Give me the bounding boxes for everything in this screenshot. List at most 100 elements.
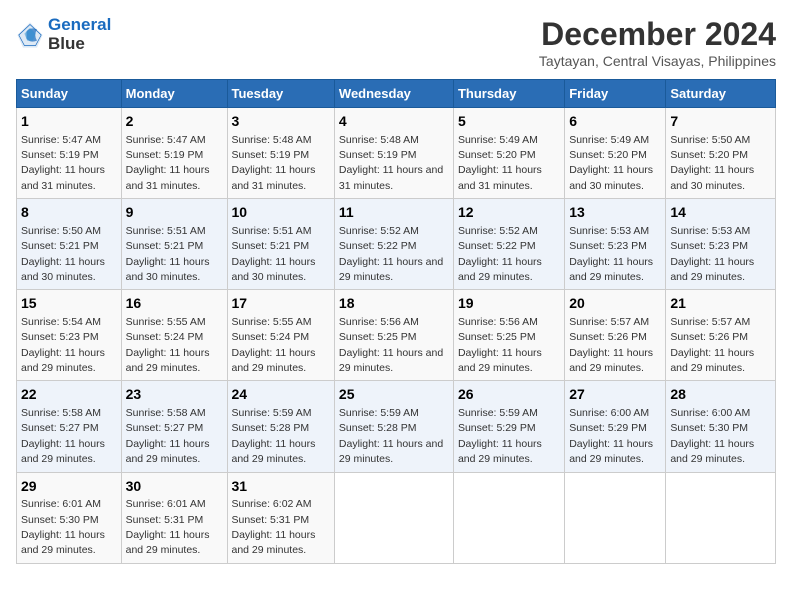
day-number: 26 [458, 385, 560, 405]
day-number: 18 [339, 294, 449, 314]
day-info: Sunrise: 6:02 AMSunset: 5:31 PMDaylight:… [232, 498, 316, 556]
day-info: Sunrise: 5:57 AMSunset: 5:26 PMDaylight:… [670, 316, 754, 374]
header-row: SundayMondayTuesdayWednesdayThursdayFrid… [17, 80, 776, 108]
day-number: 23 [126, 385, 223, 405]
calendar-cell: 18Sunrise: 5:56 AMSunset: 5:25 PMDayligh… [334, 290, 453, 381]
calendar-cell: 30Sunrise: 6:01 AMSunset: 5:31 PMDayligh… [121, 472, 227, 563]
subtitle: Taytayan, Central Visayas, Philippines [539, 53, 776, 69]
day-info: Sunrise: 5:55 AMSunset: 5:24 PMDaylight:… [232, 316, 316, 374]
day-number: 12 [458, 203, 560, 223]
day-info: Sunrise: 6:01 AMSunset: 5:30 PMDaylight:… [21, 498, 105, 556]
calendar-cell: 27Sunrise: 6:00 AMSunset: 5:29 PMDayligh… [565, 381, 666, 472]
day-info: Sunrise: 5:55 AMSunset: 5:24 PMDaylight:… [126, 316, 210, 374]
day-info: Sunrise: 5:59 AMSunset: 5:28 PMDaylight:… [339, 407, 443, 465]
calendar-cell: 2Sunrise: 5:47 AMSunset: 5:19 PMDaylight… [121, 108, 227, 199]
calendar-cell: 29Sunrise: 6:01 AMSunset: 5:30 PMDayligh… [17, 472, 122, 563]
calendar-cell: 7Sunrise: 5:50 AMSunset: 5:20 PMDaylight… [666, 108, 776, 199]
logo-text: General Blue [48, 16, 111, 53]
day-info: Sunrise: 5:48 AMSunset: 5:19 PMDaylight:… [232, 134, 316, 192]
day-info: Sunrise: 5:50 AMSunset: 5:20 PMDaylight:… [670, 134, 754, 192]
calendar-cell: 20Sunrise: 5:57 AMSunset: 5:26 PMDayligh… [565, 290, 666, 381]
week-row: 1 Sunrise: 5:47 AMSunset: 5:19 PMDaylight… [17, 108, 776, 199]
header-day: Wednesday [334, 80, 453, 108]
calendar-cell: 10Sunrise: 5:51 AMSunset: 5:21 PMDayligh… [227, 199, 334, 290]
day-number: 29 [21, 477, 117, 497]
calendar-cell: 26Sunrise: 5:59 AMSunset: 5:29 PMDayligh… [453, 381, 564, 472]
day-number: 10 [232, 203, 330, 223]
day-number: 2 [126, 112, 223, 132]
day-number: 25 [339, 385, 449, 405]
logo: General Blue [16, 16, 111, 53]
day-number: 20 [569, 294, 661, 314]
day-number: 4 [339, 112, 449, 132]
calendar-cell: 1Sunrise: 5:47 AMSunset: 5:19 PMDaylight… [17, 108, 122, 199]
header-day: Friday [565, 80, 666, 108]
header-day: Tuesday [227, 80, 334, 108]
calendar-cell: 4Sunrise: 5:48 AMSunset: 5:19 PMDaylight… [334, 108, 453, 199]
day-info: Sunrise: 5:50 AMSunset: 5:21 PMDaylight:… [21, 225, 105, 283]
day-info: Sunrise: 5:59 AMSunset: 5:28 PMDaylight:… [232, 407, 316, 465]
day-info: Sunrise: 5:49 AMSunset: 5:20 PMDaylight:… [458, 134, 542, 192]
day-number: 5 [458, 112, 560, 132]
day-number: 16 [126, 294, 223, 314]
calendar-cell [453, 472, 564, 563]
calendar-cell: 13Sunrise: 5:53 AMSunset: 5:23 PMDayligh… [565, 199, 666, 290]
day-info: Sunrise: 5:58 AMSunset: 5:27 PMDaylight:… [126, 407, 210, 465]
day-number: 22 [21, 385, 117, 405]
calendar-cell: 28Sunrise: 6:00 AMSunset: 5:30 PMDayligh… [666, 381, 776, 472]
calendar-cell: 17Sunrise: 5:55 AMSunset: 5:24 PMDayligh… [227, 290, 334, 381]
calendar-cell: 24Sunrise: 5:59 AMSunset: 5:28 PMDayligh… [227, 381, 334, 472]
day-info: Sunrise: 5:52 AMSunset: 5:22 PMDaylight:… [458, 225, 542, 283]
day-info: Sunrise: 5:59 AMSunset: 5:29 PMDaylight:… [458, 407, 542, 465]
day-number: 14 [670, 203, 771, 223]
day-info: Sunrise: 5:47 AMSunset: 5:19 PMDaylight:… [126, 134, 210, 192]
day-info: Sunrise: 5:56 AMSunset: 5:25 PMDaylight:… [458, 316, 542, 374]
day-number: 27 [569, 385, 661, 405]
day-number: 28 [670, 385, 771, 405]
logo-icon [16, 21, 44, 49]
calendar-cell [334, 472, 453, 563]
day-info: Sunrise: 5:58 AMSunset: 5:27 PMDaylight:… [21, 407, 105, 465]
day-number: 11 [339, 203, 449, 223]
day-number: 13 [569, 203, 661, 223]
day-info: Sunrise: 5:49 AMSunset: 5:20 PMDaylight:… [569, 134, 653, 192]
day-number: 17 [232, 294, 330, 314]
week-row: 15Sunrise: 5:54 AMSunset: 5:23 PMDayligh… [17, 290, 776, 381]
day-info: Sunrise: 6:00 AMSunset: 5:30 PMDaylight:… [670, 407, 754, 465]
day-info: Sunrise: 6:00 AMSunset: 5:29 PMDaylight:… [569, 407, 653, 465]
day-number: 15 [21, 294, 117, 314]
calendar-cell: 21Sunrise: 5:57 AMSunset: 5:26 PMDayligh… [666, 290, 776, 381]
calendar-cell: 9Sunrise: 5:51 AMSunset: 5:21 PMDaylight… [121, 199, 227, 290]
day-number: 8 [21, 203, 117, 223]
calendar-cell: 12Sunrise: 5:52 AMSunset: 5:22 PMDayligh… [453, 199, 564, 290]
day-number: 31 [232, 477, 330, 497]
header: General Blue December 2024 Taytayan, Cen… [16, 16, 776, 69]
calendar-cell: 15Sunrise: 5:54 AMSunset: 5:23 PMDayligh… [17, 290, 122, 381]
day-info: Sunrise: 5:53 AMSunset: 5:23 PMDaylight:… [569, 225, 653, 283]
calendar-cell: 23Sunrise: 5:58 AMSunset: 5:27 PMDayligh… [121, 381, 227, 472]
calendar-table: SundayMondayTuesdayWednesdayThursdayFrid… [16, 79, 776, 564]
week-row: 29Sunrise: 6:01 AMSunset: 5:30 PMDayligh… [17, 472, 776, 563]
calendar-cell: 6Sunrise: 5:49 AMSunset: 5:20 PMDaylight… [565, 108, 666, 199]
header-day: Saturday [666, 80, 776, 108]
day-info: Sunrise: 5:52 AMSunset: 5:22 PMDaylight:… [339, 225, 443, 283]
day-info: Sunrise: 5:54 AMSunset: 5:23 PMDaylight:… [21, 316, 105, 374]
day-number: 9 [126, 203, 223, 223]
header-day: Sunday [17, 80, 122, 108]
title-section: December 2024 Taytayan, Central Visayas,… [539, 16, 776, 69]
calendar-cell [565, 472, 666, 563]
calendar-cell: 8Sunrise: 5:50 AMSunset: 5:21 PMDaylight… [17, 199, 122, 290]
header-day: Monday [121, 80, 227, 108]
day-info: Sunrise: 5:53 AMSunset: 5:23 PMDaylight:… [670, 225, 754, 283]
day-number: 19 [458, 294, 560, 314]
calendar-cell [666, 472, 776, 563]
day-info: Sunrise: 5:51 AMSunset: 5:21 PMDaylight:… [232, 225, 316, 283]
calendar-cell: 19Sunrise: 5:56 AMSunset: 5:25 PMDayligh… [453, 290, 564, 381]
calendar-cell: 5Sunrise: 5:49 AMSunset: 5:20 PMDaylight… [453, 108, 564, 199]
day-number: 7 [670, 112, 771, 132]
day-info: Sunrise: 6:01 AMSunset: 5:31 PMDaylight:… [126, 498, 210, 556]
day-number: 1 [21, 112, 117, 132]
calendar-cell: 25Sunrise: 5:59 AMSunset: 5:28 PMDayligh… [334, 381, 453, 472]
day-info: Sunrise: 5:48 AMSunset: 5:19 PMDaylight:… [339, 134, 443, 192]
calendar-cell: 14Sunrise: 5:53 AMSunset: 5:23 PMDayligh… [666, 199, 776, 290]
